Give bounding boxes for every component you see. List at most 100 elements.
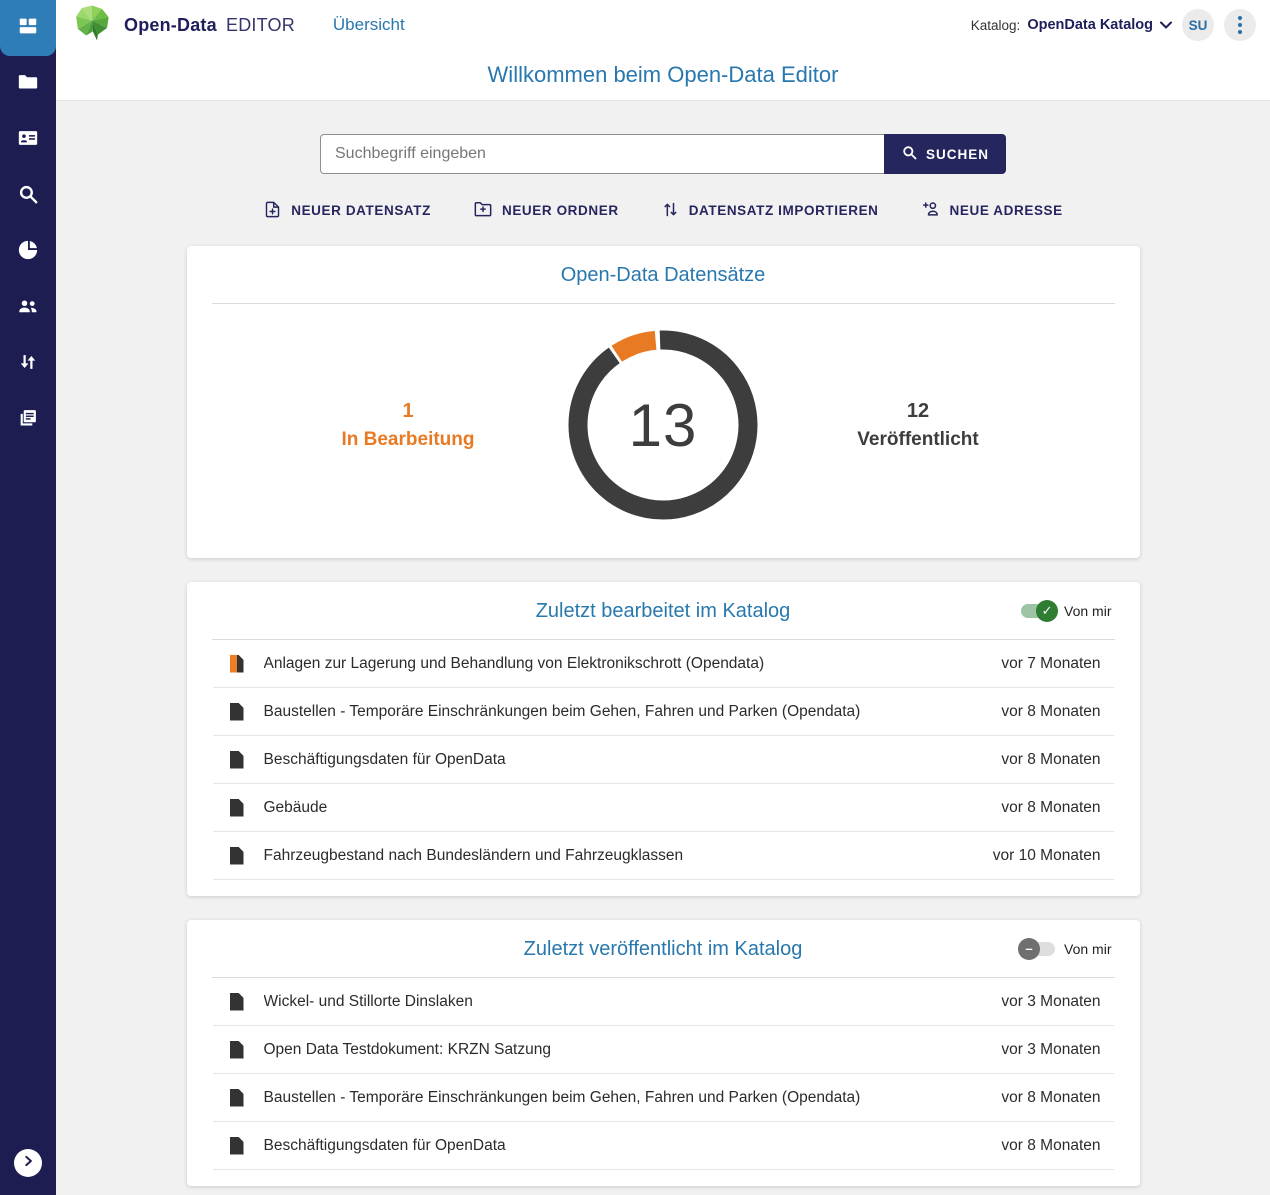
import-dataset-button[interactable]: DATENSATZ IMPORTIEREN xyxy=(661,199,879,222)
toggle-label: Von mir xyxy=(1064,941,1111,957)
new-dataset-button[interactable]: NEUER DATENSATZ xyxy=(263,199,431,222)
import-dataset-label: DATENSATZ IMPORTIEREN xyxy=(689,203,879,218)
article-stack-icon xyxy=(17,407,39,434)
document-icon xyxy=(230,993,244,1011)
folder-add-icon xyxy=(473,199,493,222)
document-icon xyxy=(230,1089,244,1107)
list-item[interactable]: Anlagen zur Lagerung und Behandlung von … xyxy=(213,640,1114,688)
list-item[interactable]: Baustellen - Temporäre Einschränkungen b… xyxy=(213,688,1114,736)
list-item[interactable]: Beschäftigungsdaten für OpenData vor 8 M… xyxy=(213,736,1114,784)
user-avatar[interactable]: SU xyxy=(1182,9,1214,41)
recently-published-title: Zuletzt veröffentlicht im Katalog xyxy=(211,938,1116,961)
brand-primary: Open-Data xyxy=(124,15,217,35)
avatar-initials: SU xyxy=(1189,18,1208,33)
recently-edited-title: Zuletzt bearbeitet im Katalog xyxy=(211,600,1116,623)
sidebar-item-logs[interactable] xyxy=(0,392,56,448)
card-recently-published: Zuletzt veröffentlicht im Katalog – Von … xyxy=(187,920,1140,1186)
stat-in-progress: 1 In Bearbeitung xyxy=(293,397,523,454)
item-time: vor 8 Monaten xyxy=(1001,1137,1100,1155)
item-time: vor 3 Monaten xyxy=(1001,1041,1100,1059)
stat-published-label: Veröffentlicht xyxy=(803,426,1033,454)
new-address-label: NEUE ADRESSE xyxy=(950,203,1063,218)
item-title: Baustellen - Temporäre Einschränkungen b… xyxy=(264,1089,978,1107)
list-item[interactable]: Open Data Testdokument: KRZN Satzung vor… xyxy=(213,1026,1114,1074)
sidebar-expand-button[interactable] xyxy=(14,1149,42,1177)
list-item[interactable]: Wickel- und Stillorte Dinslaken vor 3 Mo… xyxy=(213,978,1114,1026)
pie-chart-icon xyxy=(17,239,39,266)
search-input[interactable] xyxy=(320,134,884,174)
item-title: Anlagen zur Lagerung und Behandlung von … xyxy=(264,655,978,673)
card-recently-edited: Zuletzt bearbeitet im Katalog ✓ Von mir … xyxy=(187,582,1140,896)
new-folder-button[interactable]: NEUER ORDNER xyxy=(473,199,619,222)
catalog-value: OpenData Katalog xyxy=(1027,17,1153,33)
brand-secondary: EDITOR xyxy=(226,15,295,35)
toggle-on-icon: ✓ xyxy=(1021,604,1055,618)
toggle-label: Von mir xyxy=(1064,603,1111,619)
welcome-band: Willkommen beim Open-Data Editor xyxy=(56,50,1270,101)
stat-published-value: 12 xyxy=(803,397,1033,426)
sidebar-item-search[interactable] xyxy=(0,168,56,224)
item-title: Open Data Testdokument: KRZN Satzung xyxy=(264,1041,978,1059)
datasets-donut-chart: 1 In Bearbeitung 13 12 Veröffentlicht xyxy=(187,304,1140,558)
item-title: Beschäftigungsdaten für OpenData xyxy=(264,751,978,769)
list-item[interactable]: Fahrzeugbestand nach Bundesländern und F… xyxy=(213,832,1114,880)
document-icon xyxy=(230,751,244,769)
list-item[interactable]: Gebäude vor 8 Monaten xyxy=(213,784,1114,832)
toggle-off-icon: – xyxy=(1021,942,1055,956)
chevron-right-icon xyxy=(21,1154,35,1173)
item-time: vor 10 Monaten xyxy=(993,847,1101,865)
item-time: vor 8 Monaten xyxy=(1001,1089,1100,1107)
card-datasets-title: Open-Data Datensätze xyxy=(211,264,1116,287)
sidebar-item-dashboard[interactable] xyxy=(0,0,56,56)
brand: Open-Data EDITOR xyxy=(124,15,295,36)
document-icon xyxy=(230,847,244,865)
recently-edited-list: Anlagen zur Lagerung und Behandlung von … xyxy=(187,640,1140,896)
recently-published-list: Wickel- und Stillorte Dinslaken vor 3 Mo… xyxy=(187,978,1140,1186)
new-address-button[interactable]: NEUE ADRESSE xyxy=(921,199,1063,222)
von-mir-toggle-edited[interactable]: ✓ Von mir xyxy=(1021,603,1111,619)
chevron-down-icon xyxy=(1160,16,1172,34)
stat-in-progress-label: In Bearbeitung xyxy=(293,426,523,454)
import-arrows-icon xyxy=(661,200,680,222)
new-folder-label: NEUER ORDNER xyxy=(502,203,619,218)
sidebar-item-addresses[interactable] xyxy=(0,112,56,168)
search-icon xyxy=(901,144,918,164)
kebab-menu-icon xyxy=(1238,16,1242,34)
search-icon xyxy=(17,183,39,210)
folder-icon xyxy=(17,71,39,98)
more-menu-button[interactable] xyxy=(1224,9,1256,41)
von-mir-toggle-published[interactable]: – Von mir xyxy=(1021,941,1111,957)
sidebar-item-users[interactable] xyxy=(0,280,56,336)
app-logo xyxy=(72,3,112,48)
catalog-selector[interactable]: Katalog: OpenData Katalog xyxy=(971,16,1172,34)
item-title: Beschäftigungsdaten für OpenData xyxy=(264,1137,978,1155)
contact-card-icon xyxy=(17,127,39,154)
note-add-icon xyxy=(263,200,282,222)
stat-in-progress-value: 1 xyxy=(293,397,523,426)
sidebar-item-statistics[interactable] xyxy=(0,224,56,280)
donut-total: 13 xyxy=(568,330,758,520)
dashboard-icon xyxy=(17,15,39,42)
document-icon xyxy=(230,1041,244,1059)
item-time: vor 7 Monaten xyxy=(1001,655,1100,673)
person-add-icon xyxy=(921,199,941,222)
document-icon xyxy=(230,1137,244,1155)
item-title: Gebäude xyxy=(264,799,978,817)
sidebar-item-folders[interactable] xyxy=(0,56,56,112)
people-icon xyxy=(17,295,39,322)
sidebar-item-import-export[interactable] xyxy=(0,336,56,392)
item-title: Fahrzeugbestand nach Bundesländern und F… xyxy=(264,847,969,865)
list-item[interactable]: Baustellen - Temporäre Einschränkungen b… xyxy=(213,1074,1114,1122)
new-dataset-label: NEUER DATENSATZ xyxy=(291,203,431,218)
search-button[interactable]: SUCHEN xyxy=(884,134,1006,174)
card-datasets: Open-Data Datensätze 1 In Bearbeitung 13… xyxy=(187,246,1140,558)
item-time: vor 8 Monaten xyxy=(1001,703,1100,721)
swap-vertical-icon xyxy=(17,351,39,378)
nav-uebersicht[interactable]: Übersicht xyxy=(333,15,405,35)
sidebar xyxy=(0,0,56,1195)
search-bar: SUCHEN xyxy=(56,134,1270,174)
list-item[interactable]: Beschäftigungsdaten für OpenData vor 8 M… xyxy=(213,1122,1114,1170)
item-time: vor 8 Monaten xyxy=(1001,751,1100,769)
top-bar: Open-Data EDITOR Übersicht Katalog: Open… xyxy=(56,0,1270,50)
stat-published: 12 Veröffentlicht xyxy=(803,397,1033,454)
